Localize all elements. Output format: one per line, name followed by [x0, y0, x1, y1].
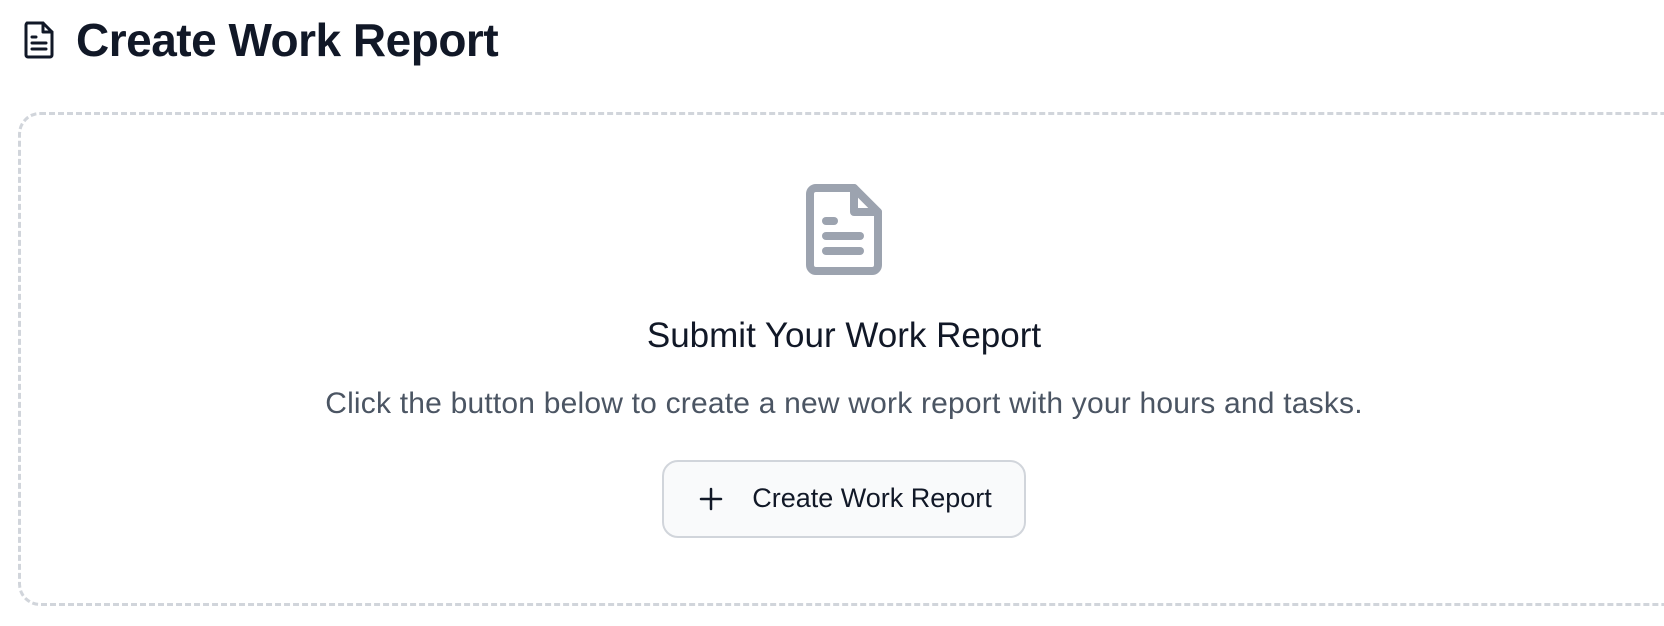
plus-icon [698, 486, 724, 512]
page-title: Create Work Report [76, 14, 499, 66]
page-header: Create Work Report [20, 12, 499, 68]
empty-state-description: Click the button below to create a new w… [325, 386, 1363, 420]
empty-state-content: Submit Your Work Report Click the button… [21, 115, 1664, 603]
document-icon [20, 20, 58, 60]
create-work-report-button[interactable]: Create Work Report [662, 459, 1026, 538]
create-work-report-button-label: Create Work Report [752, 483, 992, 513]
document-icon [804, 183, 884, 275]
empty-state-card: Submit Your Work Report Click the button… [18, 112, 1664, 606]
empty-state-heading: Submit Your Work Report [646, 316, 1042, 355]
create-work-report-page: Create Work Report Submit Your Work Repo… [0, 0, 1664, 626]
